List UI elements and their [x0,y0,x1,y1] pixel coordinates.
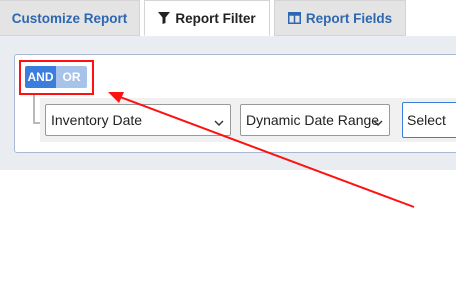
annotation-arrow [108,92,415,208]
